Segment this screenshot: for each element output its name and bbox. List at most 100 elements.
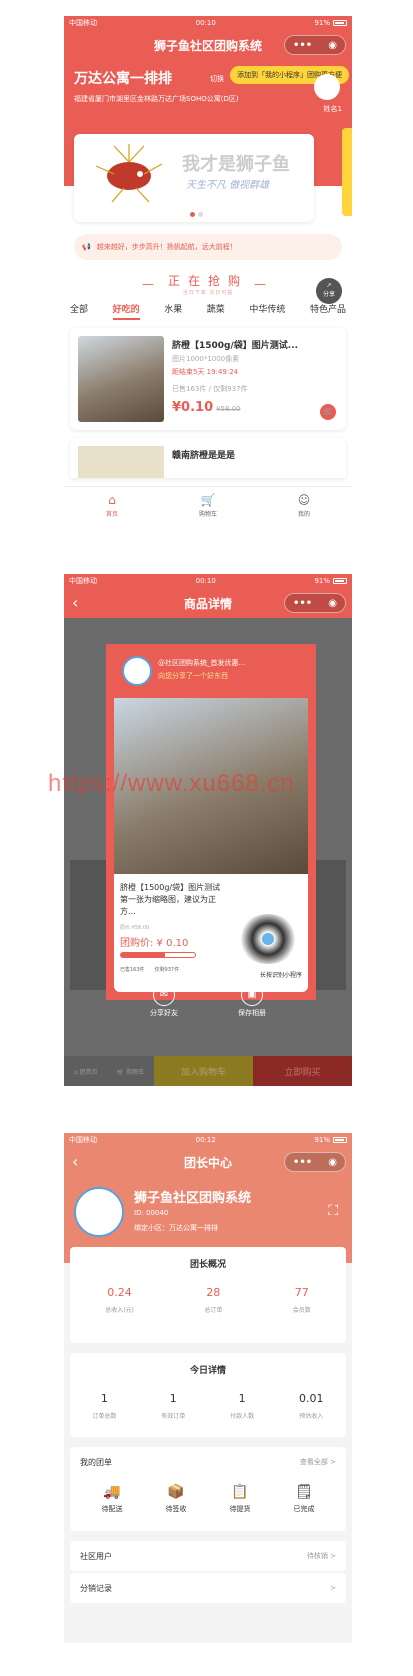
shop-avatar [122, 656, 152, 686]
tab-tasty[interactable]: 好吃的 [112, 302, 140, 320]
box-icon: 📦 [167, 1484, 185, 1500]
home-icon: ⌂ [108, 493, 116, 507]
tabbar-mine[interactable]: ☺ 我的 [256, 487, 352, 528]
leader-name: 狮子鱼社区团购系统 [134, 1191, 252, 1206]
buy-now-button[interactable]: 立即购买 [253, 1056, 352, 1086]
cart-icon: 🛒 [200, 493, 216, 507]
sold-count: 已售163件 / 仅剩937件 [172, 385, 248, 393]
home-icon: ⌂ [73, 1068, 78, 1076]
to-deliver-button[interactable]: 🚚 待配送 [102, 1484, 123, 1514]
product-image[interactable] [78, 336, 164, 422]
overview-card: 团长概况 0.24 总收入(元) 28 总订单 77 会员数 [70, 1247, 346, 1343]
add-cart-icon[interactable]: 🛒 [320, 404, 336, 420]
more-icon[interactable]: ••• [293, 598, 312, 609]
home-screen: 中国移动 00:10 91% 狮子鱼社区团购系统 ••• ◉ 万达公寓一排排 切… [64, 16, 352, 528]
home-button[interactable]: ⌂ 团首页 [74, 1067, 98, 1076]
today-est-income: 0.01 预估收入 [299, 1392, 324, 1420]
add-to-cart-button[interactable]: 加入购物车 [154, 1056, 253, 1086]
product-image[interactable] [78, 446, 164, 478]
notice-bar[interactable]: 📢 越来越好，步步高升！扬帆起航，远大前程！ [74, 234, 342, 260]
close-icon[interactable]: ◉ [328, 1157, 337, 1168]
share-poster: @社区团购系统_首发优惠... 向您分享了一个好东西 脐橙【1500g/袋】图片… [106, 644, 316, 1000]
poster-product-title: 脐橙【1500g/袋】图片测试第一张为缩略图，建议为正方... [120, 883, 221, 916]
close-icon[interactable]: ◉ [328, 40, 337, 51]
tab-vegetables[interactable]: 蔬菜 [207, 302, 225, 320]
chevron-right-icon: > [330, 1584, 336, 1592]
capsule-menu[interactable]: ••• ◉ [284, 593, 346, 613]
detail-screen: 中国移动 00:10 91% ‹ 商品详情 ••• ◉ @社区团购系统_首发优惠.… [64, 574, 352, 1086]
tab-chinese-traditional[interactable]: 中华传统 [249, 302, 285, 320]
image-icon: ▣ [241, 984, 263, 1006]
banner-slogan: 天生不凡 傲视群雄 [186, 180, 270, 191]
tab-all[interactable]: 全部 [70, 302, 88, 320]
cart-button[interactable]: 🛒 购物车 [117, 1067, 144, 1076]
tabbar-cart[interactable]: 🛒 购物车 [160, 487, 256, 528]
stat-members: 77 会员数 [292, 1286, 311, 1314]
product-spec: 图片1000*1000像素 [172, 355, 240, 363]
stat-orders: 28 总订单 [204, 1286, 223, 1314]
poster-actions: ✉ 分享好友 ▣ 保存相册 [64, 984, 352, 1018]
stat-income: 0.24 总收入(元) [105, 1286, 134, 1314]
scan-icon[interactable]: ⛶ [328, 1203, 338, 1219]
clock: 00:10 [195, 19, 216, 27]
tab-specialty[interactable]: 特色产品 [310, 302, 346, 320]
view-all-link[interactable]: 查看全部 > [300, 1457, 336, 1468]
my-group-title: 我的团单 [80, 1458, 112, 1467]
back-icon[interactable]: ‹ [72, 593, 78, 612]
capsule-menu[interactable]: ••• ◉ [284, 1152, 346, 1172]
carrier: 中国移动 [69, 19, 97, 27]
more-icon[interactable]: ••• [293, 40, 312, 51]
battery-icon [333, 578, 347, 584]
product-card[interactable]: 赣南脐橙是是是 [70, 438, 346, 478]
poster-price: 团购价: ¥ 0.10 [120, 938, 189, 949]
switch-community-link[interactable]: 切换 [210, 74, 224, 84]
category-tabs: 全部 好吃的 水果 蔬菜 中华传统 特色产品 [64, 302, 352, 320]
poster-subtitle: 向您分享了一个好东西 [158, 672, 228, 680]
leader-avatar [314, 74, 340, 100]
to-sign-button[interactable]: 📦 待签收 [166, 1484, 187, 1514]
carousel-dots [190, 212, 203, 217]
poster-stock: 已售163件 仅剩937件 [120, 967, 180, 973]
product-card[interactable]: 脐橙【1500g/袋】图片测试... 图片1000*1000像素 距结束5天 1… [70, 328, 346, 430]
to-pickup-button[interactable]: 📋 待提货 [230, 1484, 251, 1514]
capsule-menu[interactable]: ••• ◉ [284, 35, 346, 55]
section-header: — 正在抢购 当日下单 次日可提 — [141, 274, 274, 296]
leader-id: ID: 00040 [134, 1209, 169, 1217]
my-group-orders-card: 我的团单 查看全部 > 🚚 待配送 📦 待签收 📋 待提货 🗒 已完成 [70, 1447, 346, 1531]
pending-verify-tag: 待核销 > [306, 1552, 336, 1560]
detail-header: 中国移动 00:10 91% ‹ 商品详情 ••• ◉ [64, 574, 352, 618]
truck-icon: 🚚 [103, 1484, 121, 1500]
share-friend-button[interactable]: ✉ 分享好友 [150, 984, 178, 1018]
product-title: 脐橙【1500g/袋】图片测试... [172, 341, 299, 351]
status-bar: 中国移动 00:12 91% [64, 1133, 352, 1147]
notice-text: 越来越好，步步高升！扬帆起航，远大前程！ [96, 243, 237, 251]
overview-title: 团长概况 [189, 1260, 226, 1270]
tab-bar: ⌂ 首页 🛒 购物车 ☺ 我的 [64, 486, 352, 528]
today-valid-orders: 1 有效订单 [161, 1392, 186, 1420]
status-bar: 中国移动 00:10 91% [64, 574, 352, 588]
tab-fruit[interactable]: 水果 [164, 302, 182, 320]
banner-carousel[interactable]: 我才是狮子鱼 天生不凡 傲视群雄 [74, 134, 314, 222]
share-icon: ↗ [326, 282, 332, 289]
close-icon[interactable]: ◉ [328, 598, 337, 609]
avatar [74, 1187, 124, 1237]
back-icon[interactable]: ‹ [72, 1152, 78, 1171]
save-album-button[interactable]: ▣ 保存相册 [238, 984, 266, 1018]
today-card: 今日详情 1 订单总数 1 有效订单 1 付款人数 0.01 预估收入 [70, 1353, 346, 1437]
tabbar-home[interactable]: ⌂ 首页 [64, 487, 160, 528]
completed-button[interactable]: 🗒 已完成 [294, 1484, 315, 1514]
community-users-row[interactable]: 社区用户 待核销 > [70, 1541, 346, 1571]
wechat-icon: ✉ [153, 984, 175, 1006]
original-price: ¥58.00 [216, 405, 241, 413]
page-title: 团长中心 [183, 1155, 232, 1170]
watermark: https://www.xu668.cn [48, 770, 295, 797]
more-icon[interactable]: ••• [293, 1157, 312, 1168]
product-title: 赣南脐橙是是是 [172, 451, 236, 461]
distribution-records-row[interactable]: 分销记录 > [70, 1573, 346, 1603]
today-title: 今日详情 [189, 1366, 226, 1376]
qr-tip: 长按识别小程序 [259, 972, 302, 979]
poster-info: 脐橙【1500g/袋】图片测试第一张为缩略图，建议为正方... 原价:¥58.0… [114, 874, 308, 992]
lionfish-image [95, 144, 163, 203]
poster-shop-name: @社区团购系统_首发优惠... [158, 659, 246, 667]
share-button[interactable]: ↗ 分享 [316, 278, 342, 304]
